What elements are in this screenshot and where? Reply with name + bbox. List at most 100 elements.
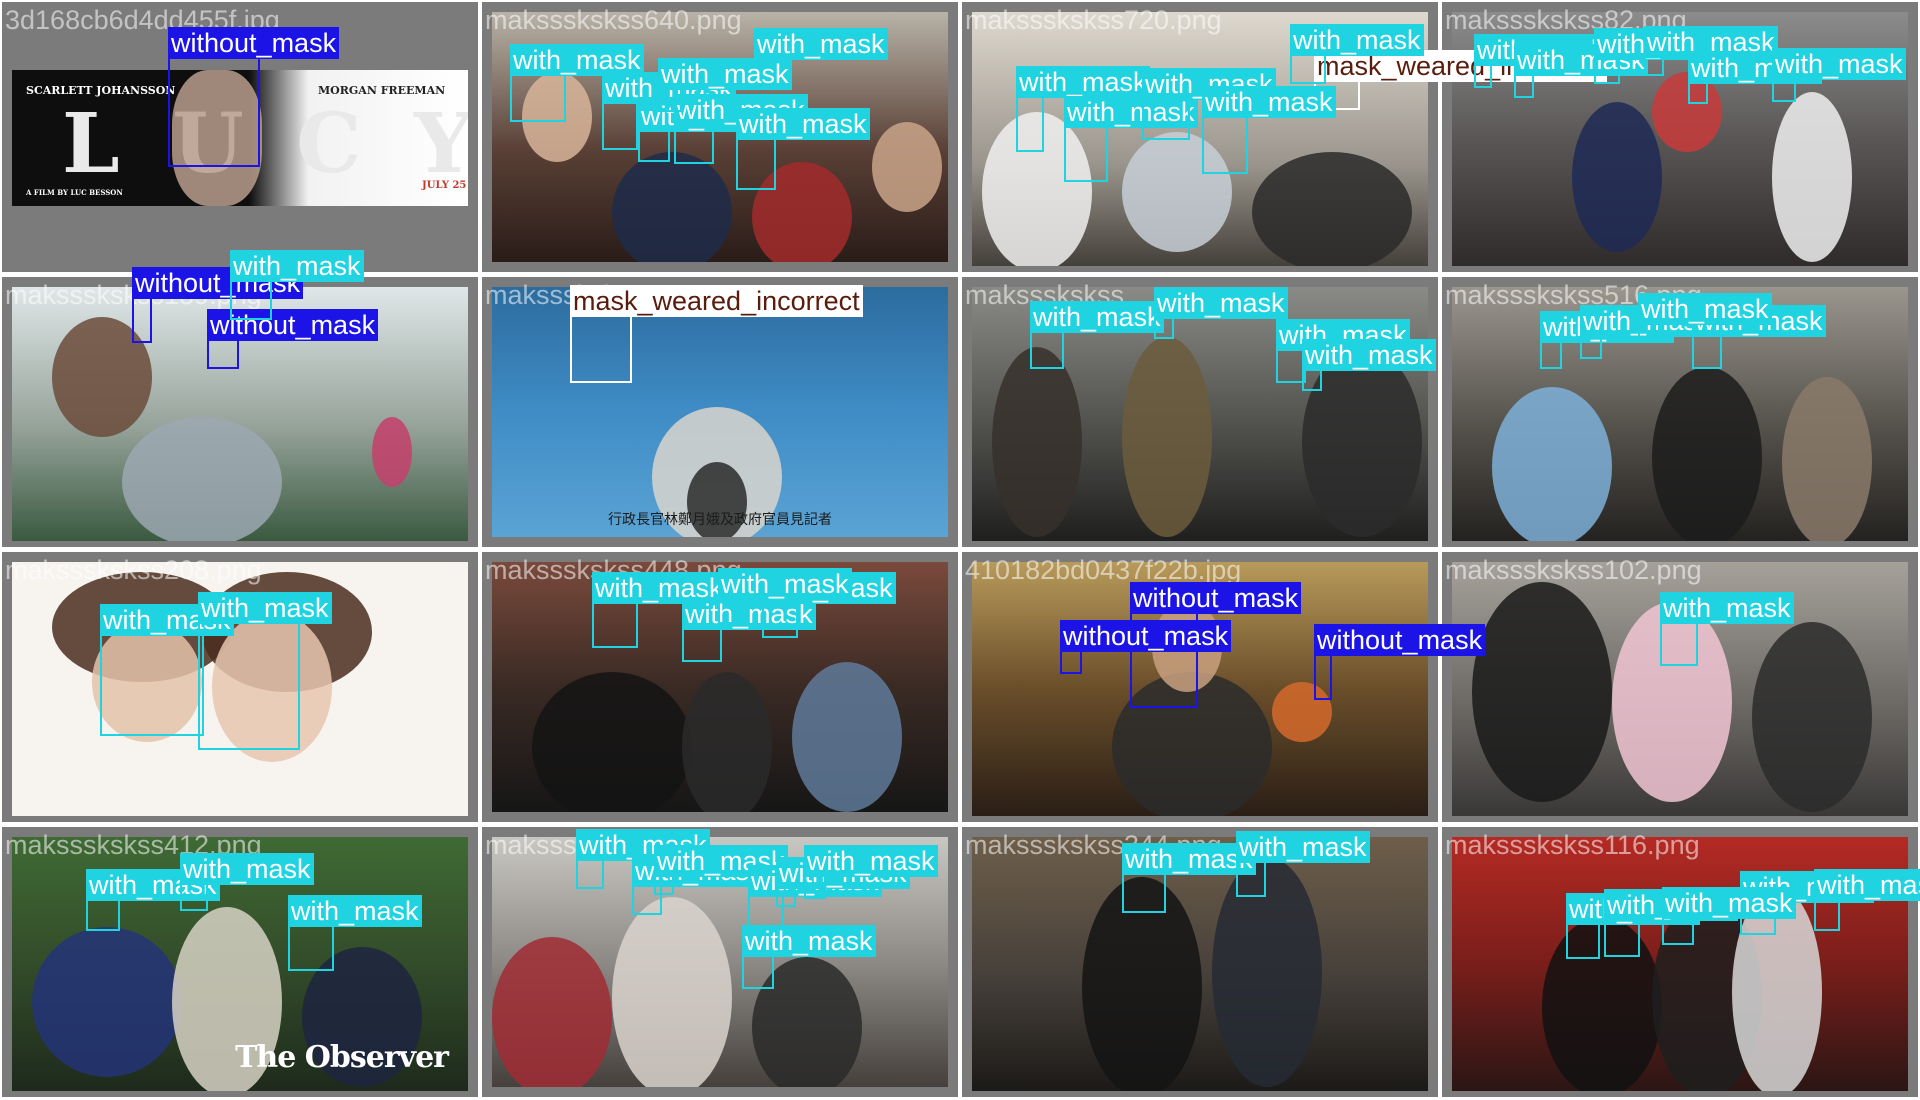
- scene-figure: [32, 927, 182, 1077]
- mosaic-tile: 行政長官林鄭月娥及政府官員見記者makssskskss406.pngmask_w…: [482, 277, 958, 547]
- tile-photo: [972, 837, 1428, 1091]
- detection-box: without_mask: [1060, 620, 1232, 674]
- detection-box: without_mask: [168, 27, 340, 167]
- detection-box: mask_weared_incorrect: [570, 285, 863, 383]
- detection-box: with_mask: [1566, 893, 1700, 959]
- detection-label: with_mask: [230, 250, 364, 282]
- detection-box: with_mask: [658, 58, 792, 112]
- tile-filename: makssskskss102.png: [1445, 555, 1702, 585]
- detection-label: with_mask: [1638, 293, 1772, 325]
- tile-filename: makssskskss116.png: [1445, 830, 1700, 860]
- detection-label: without_mask: [168, 27, 340, 59]
- detection-label: with_mask: [1662, 887, 1796, 919]
- tv-caption: 行政長官林鄭月娥及政府官員見記者: [608, 512, 832, 528]
- detection-label: with_mask: [736, 108, 870, 140]
- detection-mosaic: SCARLETT JOHANSSON MORGAN FREEMAN L U C YJ…: [0, 0, 1920, 1100]
- detection-box: with_mask: [1122, 843, 1256, 913]
- scene-figure: [1252, 152, 1412, 266]
- mosaic-tile: makssskskss...with_maskwith_maskwith_mas…: [962, 277, 1438, 547]
- scene-figure: [872, 122, 942, 212]
- detection-box: with_mask: [1594, 28, 1728, 84]
- poster-title: L U C Y: [62, 96, 468, 192]
- scene-figure: [682, 672, 772, 812]
- scene-figure: [1782, 377, 1872, 541]
- detection-box: with_mask: [1660, 592, 1794, 666]
- scene-figure: [122, 417, 282, 541]
- scene-figure: [1572, 102, 1662, 252]
- detection-label: with_mask: [804, 845, 938, 877]
- mosaic-tile: SCARLETT JOHANSSON MORGAN FREEMAN L U C YJ…: [2, 2, 478, 272]
- detection-box: with_mask: [736, 108, 870, 190]
- scene-figure: [612, 152, 732, 262]
- mosaic-tile: The Observer makssskskss412.png with_mask w…: [2, 827, 478, 1097]
- mosaic-tile: makssskskss448.png with_mask with_mask with…: [482, 552, 958, 822]
- detection-box: with_mask: [1638, 293, 1772, 343]
- mosaic-tile: makssskskss516.pngwith_maskwith_maskwith…: [1442, 277, 1918, 547]
- mosaic-tile: makssskskss720.png mask_weared_incorrect w…: [962, 2, 1607, 272]
- scene-figure: [992, 347, 1082, 537]
- detection-box: with_mask: [1142, 68, 1276, 140]
- detection-box: with_mask: [1644, 26, 1778, 76]
- detection-label: with_mask: [1202, 86, 1336, 118]
- detection-label: with_mask: [754, 28, 888, 60]
- detection-box: without_mask: [1314, 624, 1486, 700]
- detection-label: without_mask: [1060, 620, 1232, 652]
- watermark: The Observer: [235, 1040, 449, 1075]
- scene-figure: [1492, 387, 1612, 541]
- detection-label: with_mask: [1772, 48, 1906, 80]
- detection-box: with_mask: [1604, 889, 1738, 957]
- detection-box: with_mask: [1514, 44, 1648, 98]
- detection-label: with_mask: [1236, 831, 1370, 863]
- detection-label: with_mask: [1290, 24, 1424, 56]
- scene-figure: [1542, 917, 1662, 1091]
- detection-label: with_mask: [1302, 339, 1436, 371]
- detection-label: with_mask: [658, 58, 792, 90]
- detection-box: with_mask: [1202, 86, 1336, 174]
- scene-figure: [792, 662, 902, 812]
- detection-box: with_mask: [762, 572, 896, 638]
- poster-date: JULY 25: [422, 180, 467, 191]
- detection-box: without_mask: [207, 309, 379, 369]
- mosaic-tile: makssskskss640.png with_mask with_mask with…: [482, 2, 958, 272]
- detection-box: with_mask: [180, 853, 314, 911]
- detection-box: with_mask: [230, 250, 364, 320]
- scene-figure: [532, 672, 692, 812]
- mosaic-tile: makssskskss102.png with_mask: [1442, 552, 1918, 822]
- detection-box: with_mask: [674, 94, 808, 164]
- detection-label: without_mask: [1314, 624, 1486, 656]
- detection-box: with_mask: [1064, 96, 1198, 182]
- detection-box: with_mask: [1290, 24, 1424, 84]
- detection-box: with_mask: [1688, 52, 1822, 104]
- scene-figure: [1122, 337, 1212, 537]
- detection-box: with_mask: [1772, 48, 1906, 102]
- detection-box: with_mask: [682, 598, 816, 662]
- detection-box: with_mask: [86, 869, 220, 931]
- detection-box: with_mask: [1540, 311, 1674, 369]
- detection-box: with_mask: [654, 845, 788, 895]
- scene-figure: [492, 937, 612, 1087]
- detection-label: with_mask: [1660, 592, 1794, 624]
- scene-figure: [1652, 72, 1722, 152]
- mosaic-tile: makssskskss208.png with_mask with_mask: [2, 552, 478, 822]
- detection-box: with_mask: [1154, 287, 1288, 339]
- detection-label: with_mask: [742, 925, 876, 957]
- tile-photo: 行政長官林鄭月娥及政府官員見記者: [492, 287, 948, 537]
- scene-figure: [1212, 857, 1322, 1087]
- detection-box: with_mask: [1236, 831, 1370, 897]
- detection-box: with_mask: [1016, 66, 1150, 152]
- detection-box: with_mask: [742, 925, 876, 989]
- detection-box: with_mask: [1580, 305, 1714, 359]
- detection-label: with_mask: [1814, 869, 1920, 901]
- detection-box: with_mask: [1030, 301, 1164, 369]
- detection-box: with_mask: [1474, 34, 1608, 88]
- detection-label: with_mask: [180, 853, 314, 885]
- detection-box: with_mask: [100, 604, 234, 736]
- detection-box: with_mask: [1814, 869, 1920, 931]
- scene-figure: [1752, 622, 1872, 812]
- detection-label: with_mask: [1030, 301, 1164, 333]
- detection-box: with_mask: [804, 845, 938, 899]
- detection-box: with_mask: [776, 857, 910, 907]
- detection-box: without_mask: [132, 267, 304, 343]
- scene-figure: [1472, 582, 1612, 802]
- scene-figure: [612, 897, 732, 1087]
